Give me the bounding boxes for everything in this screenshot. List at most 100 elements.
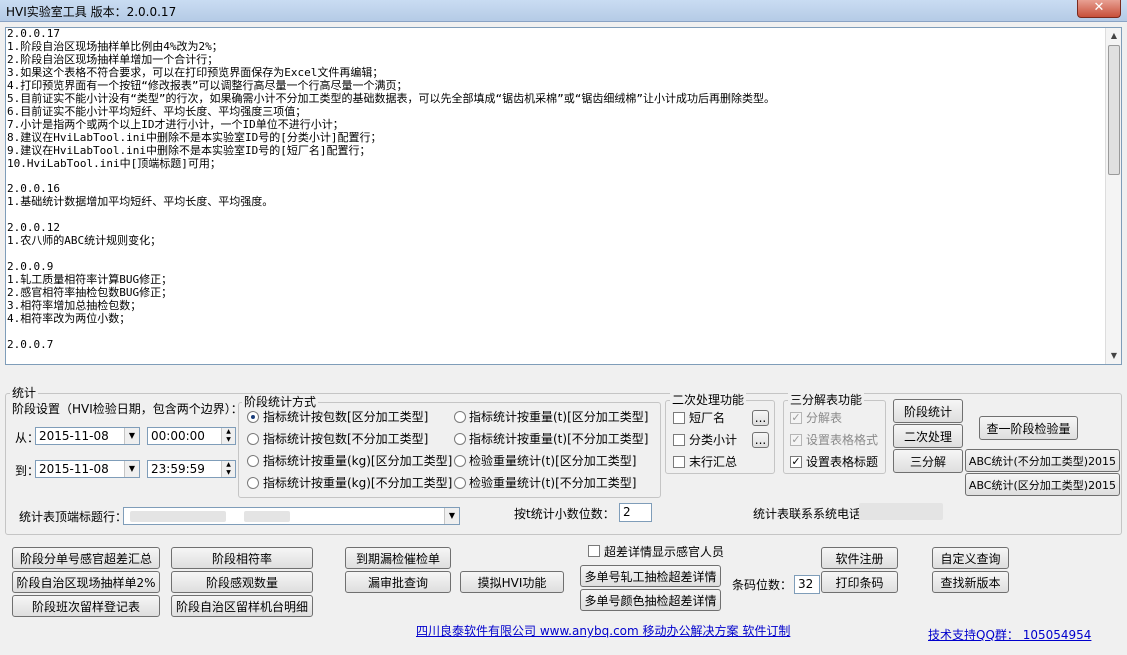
changelog-line: 10.HviLabTool.ini中[顶端标题]可用； [7,156,221,170]
chevron-down-icon[interactable]: ▼ [124,428,139,444]
radio-method-0[interactable] [247,411,259,423]
radio-method-7[interactable] [454,477,466,489]
table-title-checkbox[interactable]: ✓ [790,456,802,468]
company-link[interactable]: 四川良泰软件有限公司 www.anybq.com 移动办公解决方案 软件订制 [416,622,790,639]
changelog-line: 4.相符率改为两位小数； [7,311,131,325]
changelog-line: 4.打印预览界面有一个按钮“修改报表”可以调整行高尽量一个行高尽量一个满页； [7,78,408,92]
changelog-textarea[interactable]: 2.0.0.17 1.阶段自治区现场抽样单比例由4%改为2%； 2.阶段自治区现场抽… [5,27,1122,365]
radio-method-5[interactable] [454,433,466,445]
split-table-checkbox[interactable]: ✓ [790,412,802,424]
table-format-label: 设置表格格式 [806,433,879,447]
decimal-label: 按t统计小数位数： [514,507,615,521]
scroll-thumb[interactable] [1108,45,1120,175]
chevron-down-icon[interactable]: ▼ [444,508,459,524]
changelog-line: 9.建议在HviLabTool.ini中删除不是本实验室ID号的[短厂名]配置行… [7,143,371,157]
method-option-label[interactable]: 指标统计按包数[区分加工类型] [263,410,428,424]
changelog-line: 2.感官相符率抽检包数BUG修正； [7,286,173,300]
from-date-picker[interactable]: 2015-11-08 ▼ [35,427,140,445]
spin-icon[interactable]: ▲ ▼ [221,461,235,477]
radio-method-3[interactable] [247,477,259,489]
from-time-picker[interactable]: 00:00:00 ▲ ▼ [147,427,236,445]
multi-rolling-over-detail-button[interactable]: 多单号轧工抽检超差详情 [580,565,721,587]
period-match-rate-button[interactable]: 阶段相符率 [171,547,313,569]
due-missed-inspect-button[interactable]: 到期漏检催检单 [345,547,451,569]
mock-hvi-button[interactable]: 摸拟HVI功能 [460,571,564,593]
secondary-process-button[interactable]: 二次处理 [893,424,963,448]
period-stats-button[interactable]: 阶段统计 [893,399,963,423]
custom-query-button[interactable]: 自定义查询 [932,547,1009,569]
tri-split-group-label: 三分解表功能 [788,393,865,407]
period-label: 阶段设置（HVI检验日期，包含两个边界）： [12,402,243,416]
over-detail-label: 超差详情显示感官人员 [604,545,725,559]
changelog-line: 2.阶段自治区现场抽样单增加一个合计行； [7,52,219,66]
support-qq-link[interactable]: 技术支持QQ群： 105054954 [928,626,1091,643]
from-date-value: 2015-11-08 [39,429,109,443]
changelog-line: 3.相符率增加总抽检包数； [7,299,142,313]
period-onsite-sample-button[interactable]: 阶段自治区现场抽样单2% [12,571,160,593]
over-detail-checkbox[interactable] [588,545,600,557]
title-bar: HVI实验室工具 版本：2.0.0.17 ✕ [0,0,1127,22]
category-subtotal-browse-button[interactable]: ... [752,432,769,448]
redacted-text [244,511,290,522]
short-factory-checkbox[interactable] [673,412,685,424]
to-time-picker[interactable]: 23:59:59 ▲ ▼ [147,460,236,478]
abc-split-button[interactable]: ABC统计(区分加工类型)2015 [965,473,1120,496]
method-option-label[interactable]: 检验重量统计(t)[区分加工类型] [469,454,636,468]
radio-method-4[interactable] [454,411,466,423]
query-period-inspect-button[interactable]: 查一阶段检验量 [979,416,1078,440]
method-group-label: 阶段统计方式 [242,395,319,409]
decimal-input[interactable]: 2 [619,503,652,522]
stats-group-label: 统计 [10,386,39,400]
missed-approval-query-button[interactable]: 漏审批查询 [345,571,451,593]
changelog-line: 1.农八师的ABC统计规则变化； [7,234,162,248]
register-button[interactable]: 软件注册 [821,547,898,569]
to-date-picker[interactable]: 2015-11-08 ▼ [35,460,140,478]
last-row-summary-label: 末行汇总 [689,455,738,469]
method-option-label[interactable]: 指标统计按重量(kg)[区分加工类型] [263,454,452,468]
last-row-summary-checkbox[interactable] [673,456,685,468]
table-format-checkbox[interactable]: ✓ [790,434,802,446]
changelog-line: 5.目前证实不能小计没有“类型”的行次，如果确需小计不分加工类型的基础数据表，可… [7,91,775,105]
period-shift-sample-register-button[interactable]: 阶段班次留样登记表 [12,595,160,617]
spin-icon[interactable]: ▲ ▼ [221,428,235,444]
changelog-line: 1.阶段自治区现场抽样单比例由4%改为2%； [7,39,223,53]
table-title-label: 设置表格标题 [806,455,879,469]
to-time-value: 23:59:59 [151,462,205,476]
method-option-label[interactable]: 指标统计按重量(t)[区分加工类型] [469,410,648,424]
secondary-group-label: 二次处理功能 [670,393,747,407]
header-row-combo[interactable]: ▼ [123,507,460,525]
chevron-down-icon[interactable]: ▼ [124,461,139,477]
window-title: HVI实验室工具 版本：2.0.0.17 [6,5,177,19]
abc-no-split-button[interactable]: ABC统计(不分加工类型)2015 [965,449,1120,472]
changelog-line [7,248,1106,261]
tri-split-button[interactable]: 三分解 [893,449,963,473]
changelog-line: 1.基础统计数据增加平均短纤、平均长度、平均强度。 [7,195,274,209]
to-date-value: 2015-11-08 [39,462,109,476]
method-option-label[interactable]: 指标统计按重量(t)[不分加工类型] [469,432,648,446]
radio-method-2[interactable] [247,455,259,467]
vertical-scrollbar[interactable]: ▲ ▼ [1105,28,1121,364]
method-option-label[interactable]: 检验重量统计(t)[不分加工类型] [469,476,636,490]
check-new-version-button[interactable]: 查找新版本 [932,571,1009,593]
barcode-input[interactable]: 32 [794,575,820,594]
scroll-up-icon[interactable]: ▲ [1106,28,1121,44]
method-option-label[interactable]: 指标统计按包数[不分加工类型] [263,432,428,446]
category-subtotal-checkbox[interactable] [673,434,685,446]
header-row-label: 统计表顶端标题行： [19,510,128,524]
print-barcode-button[interactable]: 打印条码 [821,571,898,593]
changelog-line: 3.如果这个表格不符合要求，可以在打印预览界面保存为Excel文件再编辑； [7,65,384,79]
changelog-line: 2.0.0.17 [7,28,60,40]
close-button[interactable]: ✕ [1077,0,1121,18]
multi-color-over-detail-button[interactable]: 多单号颜色抽检超差详情 [580,589,721,611]
method-option-label[interactable]: 指标统计按重量(kg)[不分加工类型] [263,476,452,490]
redacted-text [130,511,226,522]
scroll-down-icon[interactable]: ▼ [1106,348,1121,364]
radio-method-6[interactable] [454,455,466,467]
period-sensory-over-summary-button[interactable]: 阶段分单号感官超差汇总 [12,547,160,569]
changelog-line: 2.0.0.12 [7,221,60,235]
period-sample-machine-detail-button[interactable]: 阶段自治区留样机台明细 [171,595,313,617]
redacted-phone [859,503,943,520]
period-sensory-count-button[interactable]: 阶段感观数量 [171,571,313,593]
radio-method-1[interactable] [247,433,259,445]
short-factory-browse-button[interactable]: ... [752,410,769,426]
